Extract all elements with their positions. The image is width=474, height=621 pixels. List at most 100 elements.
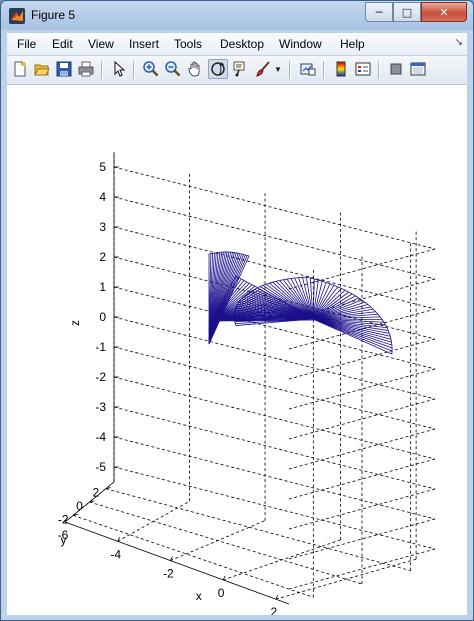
open-file-icon — [34, 64, 50, 76]
toolbar-separator — [101, 61, 103, 79]
legend-icon — [355, 62, 371, 76]
x-axis-line — [64, 521, 290, 605]
close-button[interactable]: ✕ — [421, 2, 467, 22]
mesh-line — [306, 276, 311, 279]
grid-line — [113, 406, 436, 490]
mesh-line — [269, 281, 273, 284]
mesh-line — [375, 311, 379, 315]
mesh-line — [276, 280, 280, 282]
x-axis-label: x — [196, 589, 202, 603]
z-tick-label: 4 — [99, 190, 106, 204]
colorbar-button[interactable] — [332, 60, 350, 78]
x-tick-label: 0 — [218, 586, 225, 600]
toolbar-separator — [323, 61, 325, 79]
grid-line — [113, 436, 436, 520]
x-tick-label: -4 — [110, 547, 121, 561]
save-button[interactable] — [55, 60, 73, 78]
title-bar[interactable]: Figure 5 ─ □ ✕ — [1, 1, 473, 31]
grid-line — [113, 346, 436, 430]
mesh-line — [249, 282, 253, 286]
toolbar-separator — [289, 61, 291, 79]
menu-window[interactable]: Window — [279, 37, 322, 51]
mesh-line — [364, 301, 369, 305]
maximize-button[interactable]: □ — [393, 2, 421, 22]
data-cursor-button[interactable] — [231, 60, 249, 78]
figure-canvas[interactable]: -6 -4 -2 0 2 -2 0 2 5 4 3 2 1 0 -1 -2 -3 -4 -5 x y z — [7, 85, 467, 615]
y-axis-label: y — [61, 533, 67, 547]
z-tick-label: 0 — [99, 310, 106, 324]
mesh-line — [251, 284, 255, 287]
link-plot-button[interactable] — [299, 60, 317, 78]
surface-mesh — [208, 251, 393, 355]
hide-plot-tools-button[interactable] — [387, 60, 405, 78]
rotate-3d-button[interactable] — [208, 59, 228, 79]
axes-3d[interactable]: -6-4-202-202543210-1-2-3-4-5xyz — [7, 85, 467, 615]
grid-line — [113, 316, 436, 400]
print-button[interactable] — [77, 60, 95, 78]
brush-icon — [256, 61, 270, 77]
mesh-line — [326, 282, 331, 285]
edit-plot-button[interactable] — [110, 60, 128, 78]
z-tick-label: -4 — [95, 430, 106, 444]
mesh-line — [241, 278, 245, 281]
open-file-button[interactable] — [33, 60, 51, 78]
z-tick-label: 5 — [99, 160, 106, 174]
menu-edit[interactable]: Edit — [52, 37, 73, 51]
show-plot-tools-button[interactable] — [409, 60, 427, 78]
minimize-icon: ─ — [375, 5, 383, 19]
link-plot-icon — [300, 63, 316, 76]
mesh-line — [246, 281, 250, 284]
show-plot-tools-icon — [410, 62, 426, 76]
axes-grid — [64, 152, 436, 600]
y-tick-label: 2 — [92, 486, 99, 500]
mesh-line — [266, 282, 270, 285]
zoom-out-icon — [165, 61, 181, 77]
mesh-line — [348, 291, 353, 295]
legend-button[interactable] — [354, 60, 372, 78]
zoom-in-button[interactable] — [142, 60, 160, 78]
z-tick-label: -1 — [95, 340, 106, 354]
z-tick-label: 3 — [99, 220, 106, 234]
grid-line — [113, 196, 436, 280]
menu-file[interactable]: File — [17, 37, 36, 51]
mesh-line — [341, 288, 346, 291]
menu-insert[interactable]: Insert — [129, 37, 159, 51]
mesh-line — [243, 280, 247, 283]
mesh-line — [259, 285, 264, 288]
mesh-line — [333, 284, 338, 288]
z-tick-label: -5 — [95, 460, 106, 474]
data-cursor-icon — [233, 61, 245, 77]
mesh-line — [367, 304, 371, 308]
rotate-3d-icon — [211, 62, 225, 76]
menu-help[interactable]: Help — [340, 37, 365, 51]
minimize-button[interactable]: ─ — [365, 2, 393, 22]
maximize-icon: □ — [401, 5, 413, 19]
grid-line — [113, 226, 436, 310]
new-figure-button[interactable] — [11, 60, 29, 78]
menu-tools[interactable]: Tools — [174, 37, 202, 51]
mesh-line — [245, 254, 248, 256]
zoom-out-button[interactable] — [164, 60, 182, 78]
y-tick-label: -2 — [58, 512, 69, 526]
mesh-line — [286, 278, 291, 280]
brush-button[interactable] — [254, 60, 272, 78]
figure-toolbar: ▼ — [7, 56, 467, 85]
print-icon — [78, 61, 94, 77]
mesh-line — [337, 286, 342, 289]
pan-button[interactable] — [186, 60, 204, 78]
z-tick-label: -2 — [95, 370, 106, 384]
mesh-line — [254, 285, 258, 289]
z-tick-label: -3 — [95, 400, 106, 414]
mesh-line — [351, 293, 356, 297]
dock-arrow-icon[interactable]: ↘ — [455, 37, 463, 48]
matlab-icon — [9, 8, 25, 24]
mesh-line — [322, 280, 327, 283]
edit-plot-icon — [114, 61, 126, 77]
brush-dropdown-button[interactable]: ▼ — [273, 60, 283, 78]
menu-view[interactable]: View — [88, 37, 114, 51]
menu-desktop[interactable]: Desktop — [220, 37, 264, 51]
colorbar-icon — [336, 61, 346, 77]
mesh-line — [372, 308, 376, 313]
mesh-line — [262, 283, 267, 286]
pan-icon — [188, 61, 200, 77]
